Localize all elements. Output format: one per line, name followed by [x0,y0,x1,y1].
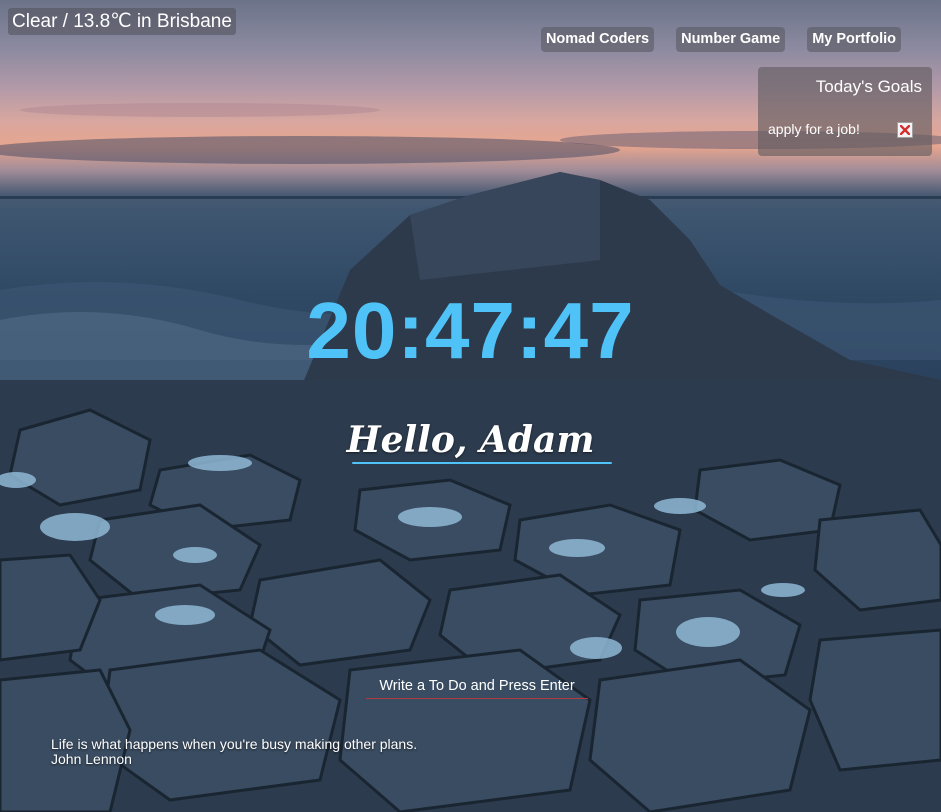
nav-link-nomad-coders[interactable]: Nomad Coders [540,27,655,52]
weather-display: Clear / 13.8℃ in Brisbane [8,8,236,35]
top-nav: Nomad Coders Number Game My Portfolio [540,27,901,52]
greeting: Hello, Adam [346,419,595,461]
quote-block: Life is what happens when you're busy ma… [51,737,417,767]
goals-title: Today's Goals [815,77,922,96]
todo-input[interactable] [366,674,588,699]
delete-goal-button[interactable] [897,122,913,138]
page: Clear / 13.8℃ in Brisbane Nomad Coders N… [0,0,941,812]
greeting-underline [352,462,612,464]
clock: 20:47:47 [306,286,635,375]
quote-text: Life is what happens when you're busy ma… [51,736,418,752]
quote-author: John Lennon [51,751,132,767]
goal-item-label: apply for a job! [768,121,860,137]
nav-link-number-game[interactable]: Number Game [676,27,786,52]
todays-goals-panel: Today's Goals apply for a job! [758,67,932,156]
close-icon [900,125,910,135]
nav-link-my-portfolio[interactable]: My Portfolio [807,27,901,52]
